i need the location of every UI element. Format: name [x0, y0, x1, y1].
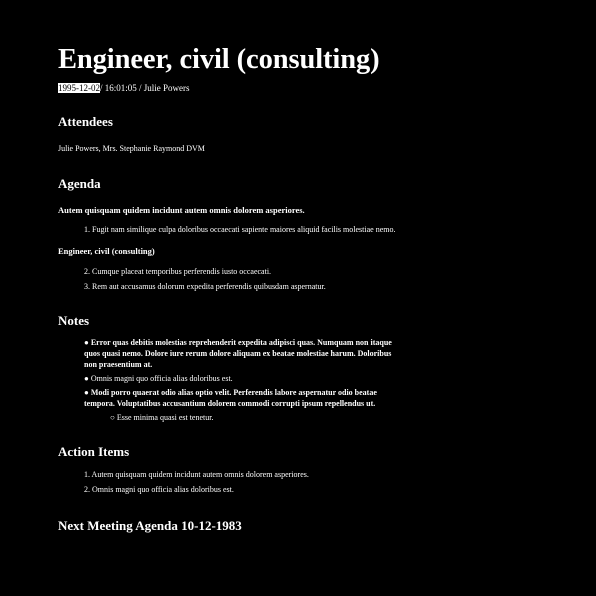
agenda-item: 1. Fugit nam similique culpa doloribus o… [84, 225, 396, 234]
meeting-date: 1995-12-02 [58, 83, 100, 93]
agenda-section-title: Engineer, civil (consulting) [58, 246, 155, 256]
attendees-list: Julie Powers, Mrs. Stephanie Raymond DVM [58, 144, 205, 153]
action-item: 1. Autem quisquam quidem incidunt autem … [84, 470, 309, 479]
note-subitem: ○ Esse minima quasi est tenetur. [110, 413, 214, 422]
agenda-list: 1. Fugit nam similique culpa doloribus o… [58, 224, 556, 235]
next-meeting-heading: Next Meeting Agenda 10-12-1983 [58, 518, 242, 533]
action-item: 2. Omnis magni quo officia alias dolorib… [84, 485, 234, 494]
meeting-notes-document: Engineer, civil (consulting) 1995-12-02/… [0, 0, 596, 596]
action-items-heading: Action Items [58, 444, 130, 459]
agenda-heading: Agenda [58, 176, 101, 191]
note-item: ● Error quas debitis molestias reprehend… [84, 338, 392, 369]
meta-time-author: / 16:01:05 / Julie Powers [100, 83, 190, 93]
page-title: Engineer, civil (consulting) [58, 44, 380, 75]
note-item: ● Omnis magni quo officia alias doloribu… [84, 374, 233, 383]
meta-line: 1995-12-02/ 16:01:05 / Julie Powers [58, 82, 556, 94]
agenda-item: 3. Rem aut accusamus dolorum expedita pe… [84, 282, 326, 291]
agenda-section-title: Autem quisquam quidem incidunt autem omn… [58, 205, 305, 215]
action-items-list: 1. Autem quisquam quidem incidunt autem … [58, 469, 556, 495]
attendees-heading: Attendees [58, 114, 113, 129]
agenda-list: 2. Cumque placeat temporibus perferendis… [58, 266, 556, 292]
notes-heading: Notes [58, 313, 90, 328]
note-subitem-wrapper: ○ Esse minima quasi est tenetur. [84, 412, 400, 423]
agenda-item: 2. Cumque placeat temporibus perferendis… [84, 267, 272, 276]
note-item: ● Modi porro quaerat odio alias optio ve… [84, 388, 377, 408]
notes-list: ● Error quas debitis molestias reprehend… [58, 337, 400, 423]
